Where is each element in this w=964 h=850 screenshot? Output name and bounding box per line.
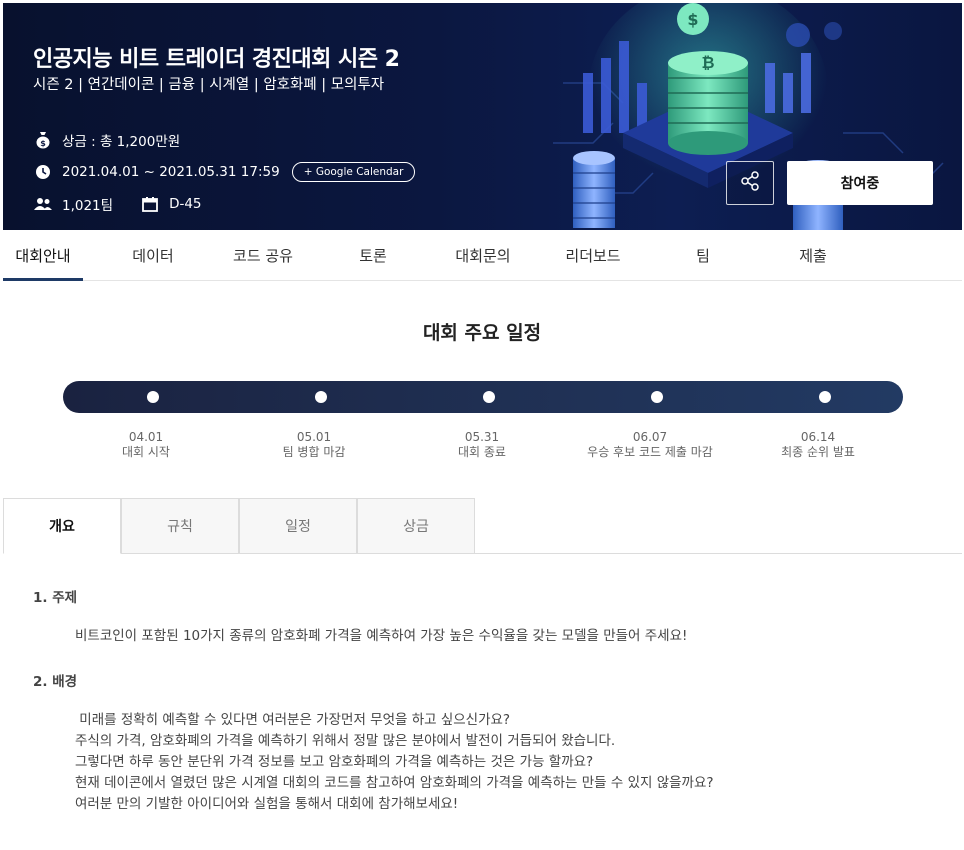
tab-code-share[interactable]: 코드 공유 — [223, 230, 303, 280]
share-button[interactable] — [726, 161, 774, 205]
event-label: 최종 순위 발표 — [781, 445, 855, 459]
subtab-summary[interactable]: 개요 — [3, 498, 121, 554]
people-icon — [34, 195, 52, 213]
subtab-rules[interactable]: 규칙 — [121, 498, 239, 554]
timeline-dot — [315, 391, 327, 403]
calendar-icon — [141, 195, 159, 213]
tab-discussion[interactable]: 토론 — [333, 230, 413, 280]
dday-info: D-45 — [141, 195, 202, 213]
event-date: 05.01 — [296, 430, 332, 444]
event-date: 04.01 — [128, 430, 164, 444]
event-label: 대회 종료 — [458, 445, 506, 459]
timeline-dot — [147, 391, 159, 403]
svg-text:$: $ — [40, 139, 46, 148]
timeline-dot — [819, 391, 831, 403]
topic-text: 비트코인이 포함된 10가지 종류의 암호화폐 가격을 예측하여 가장 높은 수… — [75, 628, 688, 644]
schedule-title: 대회 주요 일정 — [422, 322, 542, 344]
tab-submit[interactable]: 제출 — [773, 230, 853, 280]
team-count-text: 1,021팀 — [62, 198, 114, 214]
event-label: 대회 시작 — [122, 445, 170, 459]
background-line: 여러분 만의 기발한 아이디어와 실험을 통해서 대회에 참가해보세요! — [75, 796, 459, 812]
subtab-schedule[interactable]: 일정 — [239, 498, 357, 554]
period-text: 2021.04.01 ~ 2021.05.31 17:59 — [62, 164, 280, 180]
google-calendar-button[interactable]: + Google Calendar — [291, 162, 416, 182]
schedule-event: 05.31 대회 종료 — [402, 430, 562, 460]
tab-data[interactable]: 데이터 — [113, 230, 193, 280]
event-date: 06.14 — [800, 430, 836, 444]
schedule-timeline — [63, 381, 903, 413]
schedule-event: 06.07 우승 후보 코드 제출 마감 — [570, 430, 730, 460]
share-icon — [739, 170, 761, 196]
svg-text:₿: ₿ — [701, 53, 714, 72]
background-line: 주식의 가격, 암호화폐의 가격을 예측하기 위해서 정말 많은 분야에서 발전… — [75, 733, 616, 749]
background-line: 현재 데이콘에서 열렸던 많은 시계열 대회의 코드를 참고하여 암호화폐의 가… — [75, 775, 714, 791]
tab-overview[interactable]: 대회안내 — [3, 230, 83, 281]
prize-info: $ 상금 : 총 1,200만원 — [34, 130, 180, 150]
main-tab-bar: 대회안내 데이터 코드 공유 토론 대회문의 리더보드 팀 제출 — [3, 230, 962, 281]
money-bag-icon: $ — [34, 131, 52, 149]
competition-title: 인공지능 비트 트레이더 경진대회 시즌 2 — [33, 47, 400, 72]
event-label: 팀 병합 마감 — [282, 445, 346, 459]
period-info: 2021.04.01 ~ 2021.05.31 17:59 + Google C… — [34, 162, 416, 182]
event-date: 05.31 — [464, 430, 500, 444]
join-status-button[interactable]: 참여중 — [787, 161, 933, 205]
schedule-event: 04.01 대회 시작 — [66, 430, 226, 460]
tab-inquiry[interactable]: 대회문의 — [443, 230, 523, 280]
team-count-info: 1,021팀 D-45 — [34, 194, 202, 214]
timeline-dot — [651, 391, 663, 403]
clock-icon — [34, 163, 52, 181]
competition-banner: ₿ $ 인공지능 비트 트레이더 경진대회 시즌 2 시즌 2 | 연간데이콘 … — [3, 3, 962, 230]
section-heading-background: 2. 배경 — [33, 674, 78, 690]
overview-sub-tab-bar: 개요 규칙 일정 상금 — [3, 498, 962, 554]
background-text: 미래를 정확히 예측할 수 있다면 여러분은 가장먼저 무엇을 하고 싶으신가요… — [75, 710, 714, 815]
tab-team[interactable]: 팀 — [663, 230, 743, 280]
prize-text: 상금 : 총 1,200만원 — [62, 134, 181, 150]
schedule-event: 06.14 최종 순위 발표 — [738, 430, 898, 460]
event-date: 06.07 — [632, 430, 668, 444]
background-line: 그렇다면 하루 동안 분단위 가격 정보를 보고 암호화폐의 가격을 예측하는 … — [75, 754, 594, 770]
background-line: 미래를 정확히 예측할 수 있다면 여러분은 가장먼저 무엇을 하고 싶으신가요… — [75, 712, 511, 728]
svg-text:$: $ — [687, 10, 698, 29]
subtab-prize[interactable]: 상금 — [357, 498, 475, 554]
section-heading-topic: 1. 주제 — [33, 590, 78, 606]
tab-leaderboard[interactable]: 리더보드 — [553, 230, 633, 280]
competition-tags: 시즌 2 | 연간데이콘 | 금융 | 시계열 | 암호화폐 | 모의투자 — [33, 77, 385, 93]
event-label: 우승 후보 코드 제출 마감 — [587, 445, 713, 459]
dday-text: D-45 — [169, 196, 202, 212]
timeline-dot — [483, 391, 495, 403]
schedule-event: 05.01 팀 병합 마감 — [234, 430, 394, 460]
